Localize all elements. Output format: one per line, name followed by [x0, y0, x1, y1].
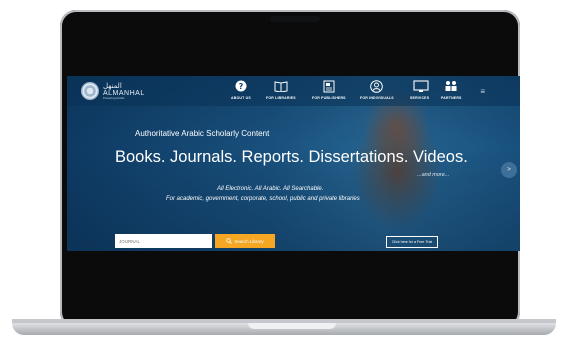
- nav-label: FOR PUBLISHERS: [312, 96, 346, 100]
- nav-label: PARTNERS: [441, 96, 462, 100]
- camera-notch: [270, 16, 320, 22]
- nav-for-individuals[interactable]: FOR INDIVIDUALS: [360, 80, 394, 100]
- info-icon: ?: [234, 80, 248, 94]
- brand-logo[interactable]: المنهل ALMANHAL Powering Arabic: [81, 80, 145, 102]
- hero-subtitle: All Electronic. All Arabic. All Searchab…: [217, 186, 324, 192]
- hero-and-more: ...and more...: [417, 172, 450, 178]
- search-library-button[interactable]: Search Library: [215, 234, 275, 248]
- document-icon: [322, 80, 336, 94]
- nav-partners[interactable]: PARTNERS: [441, 80, 462, 100]
- hero-headline: Authoritative Arabic Scholarly Content: [135, 129, 270, 138]
- nav-about-us[interactable]: ? ABOUT US: [231, 80, 251, 100]
- monitor-icon: [413, 80, 429, 94]
- nav-for-libraries[interactable]: FOR LIBRARIES: [266, 80, 296, 100]
- nav-services[interactable]: SERVICES: [410, 80, 429, 100]
- carousel-next-button[interactable]: >: [501, 162, 517, 178]
- laptop-notch: [248, 323, 336, 329]
- user-icon: [370, 80, 384, 94]
- menu-icon[interactable]: ≡: [480, 87, 485, 96]
- top-navigation: المنهل ALMANHAL Powering Arabic ? ABOUT …: [67, 76, 520, 106]
- svg-text:?: ?: [239, 82, 244, 91]
- search-input[interactable]: [115, 234, 212, 248]
- hero-content-types: Books. Journals. Reports. Dissertations.…: [115, 148, 468, 166]
- logo-arabic-text: المنهل: [103, 81, 122, 90]
- free-trial-button[interactable]: Click here for a Free Trial: [386, 236, 438, 248]
- nav-for-publishers[interactable]: FOR PUBLISHERS: [312, 80, 346, 100]
- search-button-label: Search Library: [234, 238, 264, 244]
- logo-emblem-icon: [81, 82, 99, 100]
- logo-tagline: Powering Arabic: [103, 95, 125, 100]
- nav-label: SERVICES: [410, 96, 430, 100]
- people-icon: [444, 80, 458, 94]
- search-icon: [226, 238, 233, 244]
- website-screen: المنهل ALMANHAL Powering Arabic ? ABOUT …: [67, 76, 520, 251]
- nav-label: ABOUT US: [231, 96, 251, 100]
- nav-label: FOR LIBRARIES: [266, 96, 296, 100]
- nav-label: FOR INDIVIDUALS: [360, 96, 394, 100]
- free-trial-label: Click here for a Free Trial: [391, 240, 433, 244]
- hero-audience: For academic, government, corporate, sch…: [166, 196, 360, 202]
- book-icon: [274, 80, 288, 94]
